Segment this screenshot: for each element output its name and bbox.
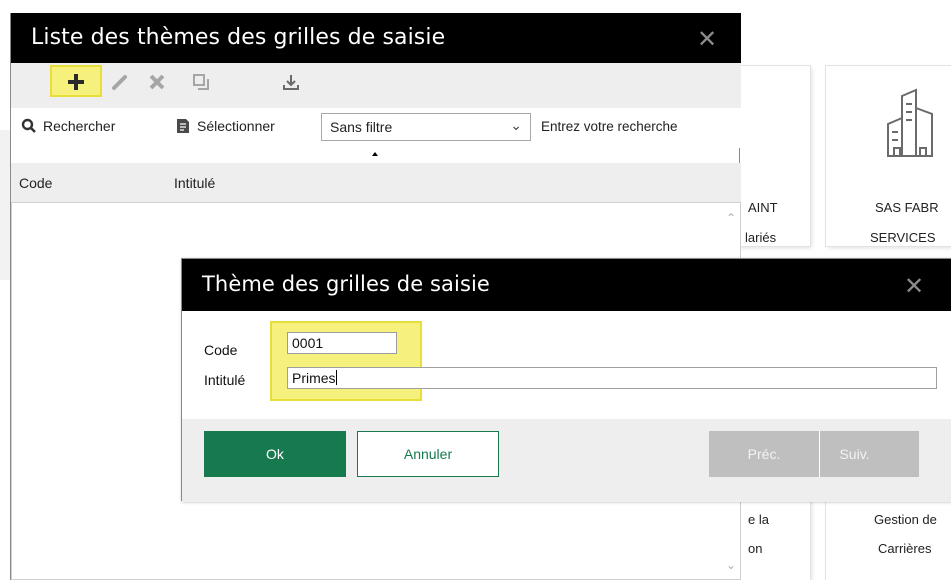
dialog-form: Code 0001 Intitulé Primes	[182, 311, 951, 419]
tile1-name-line2: lariés	[745, 230, 777, 245]
pencil-icon	[112, 75, 127, 90]
chevron-down-icon: ⌄	[510, 117, 522, 133]
code-field-value: 0001	[292, 335, 324, 351]
dialog-title: Thème des grilles de saisie	[202, 272, 490, 296]
tile3-name-line1: e la	[748, 512, 769, 527]
delete-button[interactable]	[142, 67, 172, 97]
desktop: AINT lariés SAS FABR SERVICES e la on Ge…	[0, 0, 951, 580]
list-window-close-icon[interactable]: ✕	[697, 25, 717, 53]
code-label: Code	[204, 342, 238, 358]
document-icon	[177, 119, 189, 133]
column-header-intitule[interactable]: Intitulé	[174, 175, 215, 191]
export-button[interactable]	[276, 67, 306, 97]
sort-indicator-icon	[372, 152, 378, 156]
list-window-titlebar[interactable]: Liste des thèmes des grilles de saisie ✕	[11, 13, 741, 63]
tile2-name-line2: SERVICES	[870, 230, 936, 245]
rechercher-label: Rechercher	[43, 118, 116, 134]
dialog-titlebar[interactable]: Thème des grilles de saisie ✕	[182, 259, 951, 311]
scroll-down-icon[interactable]: ⌄	[726, 558, 736, 572]
tile3-name-line2: on	[748, 541, 763, 556]
filter-select-value: Sans filtre	[330, 119, 393, 135]
copy-button[interactable]	[186, 67, 216, 97]
search-row: Rechercher Sélectionner Sans filtre ⌄ En…	[11, 108, 741, 148]
code-field[interactable]: 0001	[287, 332, 397, 354]
annuler-button[interactable]: Annuler	[357, 431, 499, 477]
tile2-name-line1: SAS FABR	[875, 200, 939, 215]
x-icon	[149, 74, 165, 90]
filter-select[interactable]: Sans filtre ⌄	[321, 113, 531, 141]
tile4-name-line2: Carrières	[878, 541, 932, 556]
dialog-footer: Ok Annuler Préc. Suiv.	[182, 419, 951, 502]
list-toolbar	[11, 63, 741, 108]
suiv-button-label: Suiv.	[839, 446, 870, 462]
selectionner-button[interactable]: Sélectionner	[175, 118, 275, 134]
rechercher-button[interactable]: Rechercher	[21, 118, 115, 134]
selectionner-label: Sélectionner	[197, 118, 275, 134]
tile1-name-line1: AINT	[748, 200, 778, 215]
annuler-button-label: Annuler	[403, 446, 453, 462]
magnifier-icon	[21, 118, 36, 133]
column-header-code[interactable]: Code	[19, 175, 52, 191]
suiv-button[interactable]: Suiv.	[819, 431, 919, 477]
text-cursor	[335, 370, 337, 385]
plus-icon	[68, 74, 84, 90]
intitule-field[interactable]: Primes	[287, 367, 937, 389]
intitule-field-value: Primes	[292, 370, 336, 386]
scroll-up-icon[interactable]: ⌃	[726, 211, 736, 225]
prec-button-label: Préc.	[747, 446, 781, 462]
add-button[interactable]	[61, 67, 91, 97]
building-icon	[887, 88, 933, 157]
company-tile-2[interactable]	[826, 66, 951, 246]
ok-button-label: Ok	[266, 446, 284, 462]
prec-button[interactable]: Préc.	[709, 431, 819, 477]
copy-icon	[193, 74, 209, 90]
search-input-placeholder[interactable]: Entrez votre recherche	[541, 119, 678, 134]
company-tile-4[interactable]	[826, 496, 951, 580]
edit-button[interactable]	[105, 67, 135, 97]
list-column-header: Code Intitulé	[11, 163, 741, 203]
left-edge-separator	[0, 130, 10, 280]
list-window-title: Liste des thèmes des grilles de saisie	[31, 25, 446, 50]
ok-button[interactable]: Ok	[204, 431, 346, 477]
intitule-label: Intitulé	[204, 372, 246, 388]
export-icon	[283, 75, 299, 90]
dialog-close-icon[interactable]: ✕	[904, 272, 924, 300]
tile4-name-line1: Gestion de	[874, 512, 937, 527]
theme-dialog: Thème des grilles de saisie ✕ Code 0001 …	[181, 258, 951, 502]
